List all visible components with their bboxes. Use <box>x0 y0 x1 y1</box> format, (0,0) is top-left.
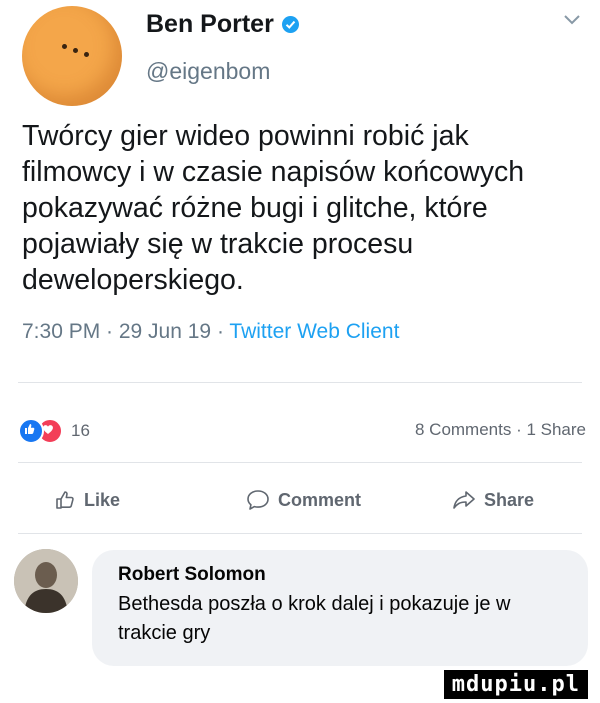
reaction-summary[interactable]: 16 <box>18 418 90 444</box>
author-handle[interactable]: @eigenbom <box>146 58 270 85</box>
comment-text: Bethesda poszła o krok dalej i pokazuje … <box>118 593 511 644</box>
comment-label: Comment <box>278 489 362 510</box>
tweet-text: Twórcy gier wideo powinni robić jak film… <box>22 120 525 296</box>
divider <box>18 382 582 383</box>
comment-bubble: Robert Solomon Bethesda poszła o krok da… <box>92 550 588 666</box>
comment-button[interactable]: Comment <box>246 489 361 511</box>
author-name[interactable]: Ben Porter <box>146 10 274 39</box>
like-button[interactable]: Like <box>54 489 120 511</box>
commenter-avatar[interactable] <box>14 549 78 613</box>
tweet-timestamp[interactable]: 7:30 PM · 29 Jun 19 · <box>22 320 229 343</box>
chevron-down-icon[interactable] <box>563 14 581 26</box>
reaction-count: 16 <box>71 421 90 440</box>
like-reaction-icon <box>18 418 44 444</box>
author-avatar[interactable] <box>22 6 122 106</box>
comment-share-counts[interactable]: 8 Comments · 1 Share <box>415 420 586 440</box>
share-button[interactable]: Share <box>452 489 534 511</box>
share-label: Share <box>484 489 535 510</box>
commenter-name[interactable]: Robert Solomon <box>118 564 266 586</box>
tweet-client-link[interactable]: Twitter Web Client <box>229 320 399 343</box>
tweet-meta: 7:30 PM · 29 Jun 19 · Twitter Web Client <box>22 320 399 344</box>
divider <box>18 533 582 534</box>
comment-icon <box>247 490 269 510</box>
action-bar: Like Comment Share <box>0 485 600 525</box>
verified-badge-icon <box>281 16 299 33</box>
divider <box>18 462 582 463</box>
like-label: Like <box>84 489 121 510</box>
thumbs-up-icon <box>56 491 74 509</box>
share-icon <box>453 491 475 509</box>
watermark-logo: mdupiu.pl <box>443 670 588 699</box>
